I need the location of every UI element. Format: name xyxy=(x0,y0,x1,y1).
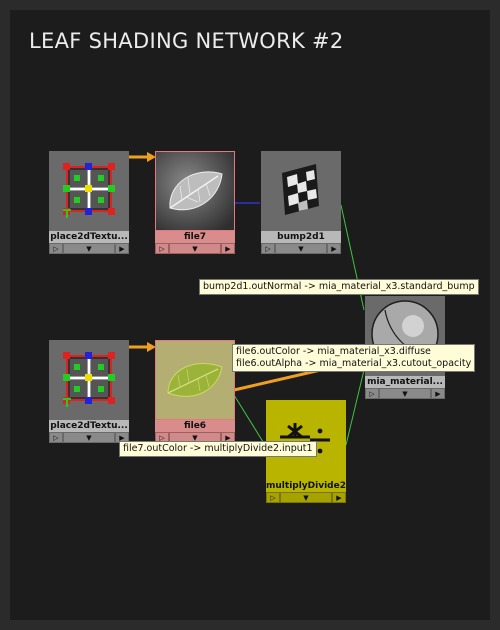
node-ports: ▷ ▼ ▶ xyxy=(155,243,235,254)
multiply-divide-icon xyxy=(280,423,330,454)
multiply-divide-swatch xyxy=(266,400,346,480)
input-port[interactable]: ▷ xyxy=(49,243,63,254)
expand-attributes-button[interactable]: ▼ xyxy=(169,243,221,254)
file7-swatch xyxy=(155,151,235,231)
wire-multiply-divide-to-mia-material[interactable] xyxy=(345,369,365,446)
expand-attributes-button[interactable]: ▼ xyxy=(63,432,115,443)
input-port[interactable]: ▷ xyxy=(155,243,169,254)
input-port[interactable]: ▷ xyxy=(266,492,280,503)
place2d-texture-icon xyxy=(63,163,115,218)
wire-place2d-top-to-file7[interactable] xyxy=(129,152,156,162)
expand-attributes-button[interactable]: ▼ xyxy=(379,388,431,399)
node-ports: ▷ ▼ ▶ xyxy=(49,243,129,254)
node-label: place2dTextu... xyxy=(49,420,129,432)
tooltip-text: file6.outColor -> mia_material_x3.diffus… xyxy=(236,346,431,357)
connection-tooltip-multiply: file7.outColor -> multiplyDivide2.input1 xyxy=(119,441,317,457)
tooltip-text: file7.outColor -> multiplyDivide2.input1 xyxy=(123,443,313,454)
output-port[interactable]: ▶ xyxy=(431,388,445,399)
output-port[interactable]: ▶ xyxy=(221,243,235,254)
node-label: mia_material... xyxy=(365,376,445,388)
node-ports: ▷ ▼ ▶ xyxy=(49,432,129,443)
node-ports: ▷ ▼ ▶ xyxy=(365,388,445,399)
tooltip-text: bump2d1.outNormal -> mia_material_x3.sta… xyxy=(203,281,475,292)
node-ports: ▷ ▼ ▶ xyxy=(261,243,341,254)
wire-place2d-bottom-to-file6[interactable] xyxy=(129,342,156,352)
wire-file7-to-multiply-divide[interactable] xyxy=(233,394,266,446)
place2d-texture-swatch xyxy=(49,151,129,231)
expand-attributes-button[interactable]: ▼ xyxy=(63,243,115,254)
expand-attributes-button[interactable]: ▼ xyxy=(280,492,332,503)
leaf-texture-color-icon xyxy=(156,341,234,419)
input-port[interactable]: ▷ xyxy=(261,243,275,254)
output-port[interactable]: ▶ xyxy=(327,243,341,254)
leaf-texture-grayscale-icon xyxy=(156,152,234,230)
output-port[interactable]: ▶ xyxy=(115,243,129,254)
output-port[interactable]: ▶ xyxy=(332,492,346,503)
place2d-texture-icon xyxy=(63,352,115,407)
node-label: multiplyDivide2 xyxy=(266,480,346,492)
input-port[interactable]: ▷ xyxy=(365,388,379,399)
place2d-texture-swatch xyxy=(49,340,129,420)
bump-checker-icon xyxy=(282,164,319,215)
bump2d1-swatch xyxy=(261,151,341,231)
node-label: file7 xyxy=(155,231,235,243)
node-ports: ▷ ▼ ▶ xyxy=(266,492,346,503)
input-port[interactable]: ▷ xyxy=(49,432,63,443)
node-label: place2dTextu... xyxy=(49,231,129,243)
tooltip-text: file6.outAlpha -> mia_material_x3.cutout… xyxy=(236,358,472,369)
node-label: bump2d1 xyxy=(261,231,341,243)
expand-attributes-button[interactable]: ▼ xyxy=(275,243,327,254)
connection-tooltip-file6: file6.outColor -> mia_material_x3.diffus… xyxy=(232,344,476,372)
node-label: file6 xyxy=(155,420,235,432)
file6-swatch xyxy=(155,340,235,420)
connection-tooltip-bump: bump2d1.outNormal -> mia_material_x3.sta… xyxy=(199,279,479,295)
